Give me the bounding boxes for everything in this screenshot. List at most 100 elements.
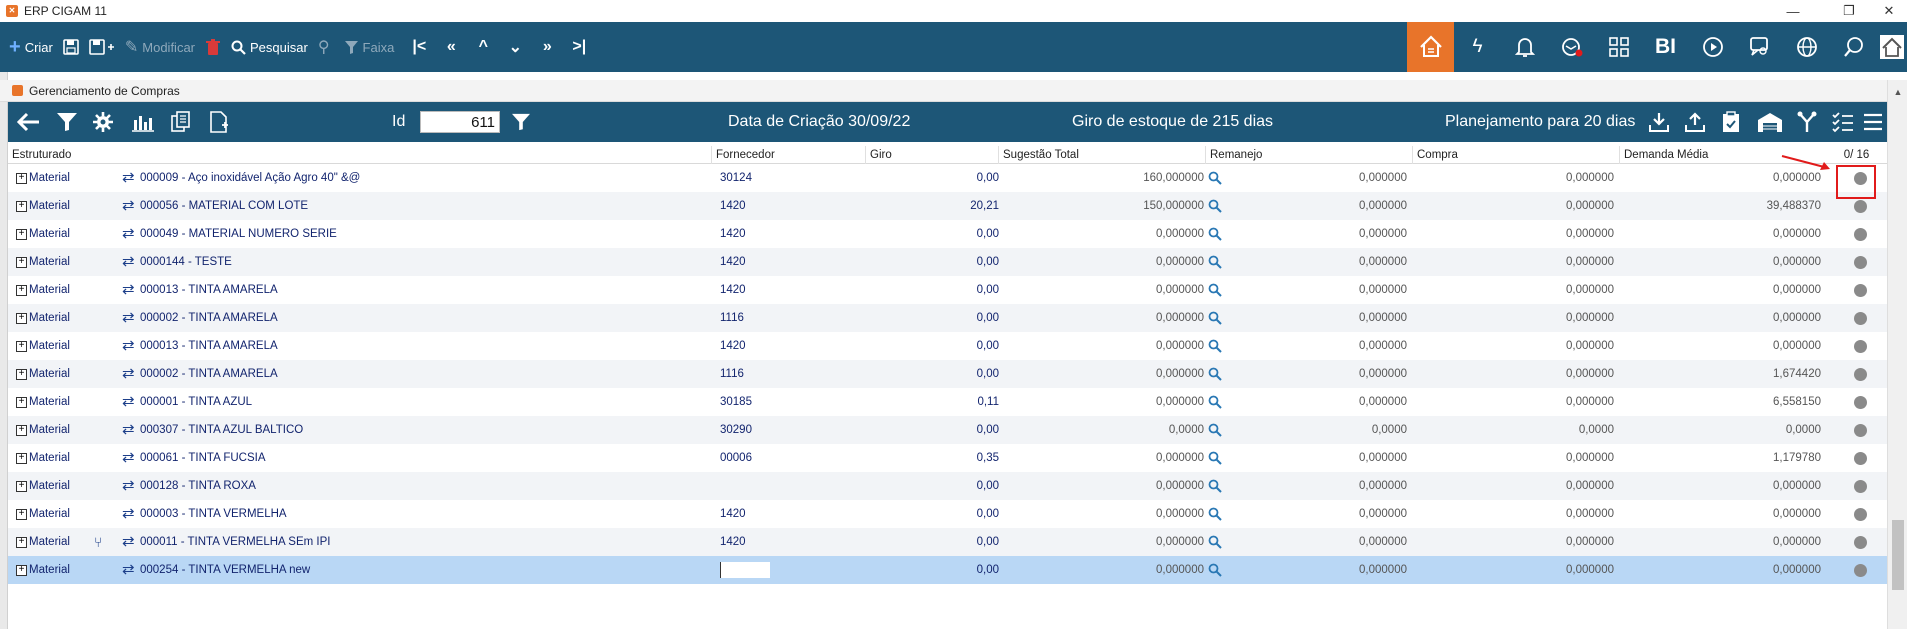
previous-page-icon[interactable]: « — [435, 22, 467, 72]
status-dot-icon[interactable] — [1854, 564, 1867, 577]
status-dot-icon[interactable] — [1854, 228, 1867, 241]
filter-icon[interactable] — [50, 102, 84, 142]
status-dot-icon[interactable] — [1854, 200, 1867, 213]
swap-arrows-icon[interactable]: ⇄ — [122, 416, 135, 444]
user-home-icon[interactable] — [1877, 22, 1907, 72]
swap-arrows-icon[interactable]: ⇄ — [122, 556, 135, 584]
status-dot-icon[interactable] — [1854, 368, 1867, 381]
table-row[interactable]: + Material ⇄ 000009 - Aço inoxidável Ação A… — [8, 164, 1887, 192]
download-icon[interactable] — [1642, 102, 1676, 142]
first-record-icon[interactable]: |< — [403, 22, 435, 72]
expand-icon[interactable]: + — [16, 341, 27, 352]
status-dot-icon[interactable] — [1854, 480, 1867, 493]
warehouse-icon[interactable] — [1752, 102, 1788, 142]
last-record-icon[interactable]: >| — [563, 22, 595, 72]
status-dot-icon[interactable] — [1854, 284, 1867, 297]
scroll-thumb[interactable] — [1892, 520, 1904, 590]
table-row[interactable]: + Material ⇄ 000003 - TINTA VERMELHA 1420 0,0… — [8, 500, 1887, 528]
next-record-icon[interactable]: ⌄ — [499, 22, 531, 72]
expand-icon[interactable]: + — [16, 285, 27, 296]
grid-menu-icon[interactable] — [1595, 22, 1642, 72]
id-filter-icon[interactable] — [504, 102, 538, 142]
col-supplier[interactable]: Fornecedor — [711, 146, 865, 164]
create-button[interactable]: + Criar — [4, 22, 58, 72]
table-row[interactable]: + Material ⑂ ⇄ 000011 - TINTA VERMELHA SEm I… — [8, 528, 1887, 556]
swap-arrows-icon[interactable]: ⇄ — [122, 332, 135, 360]
table-row[interactable]: + Material ⇄ 000307 - TINTA AZUL BALTICO 302… — [8, 416, 1887, 444]
globe-icon[interactable] — [1783, 22, 1830, 72]
col-structured[interactable]: Estruturado — [8, 146, 711, 164]
scroll-up-icon[interactable]: ▲ — [1888, 84, 1907, 100]
search-button[interactable]: Pesquisar — [226, 22, 313, 72]
status-dot-icon[interactable] — [1854, 340, 1867, 353]
table-row[interactable]: + Material ⇄ 000002 - TINTA AMARELA 1116 0,00… — [8, 360, 1887, 388]
table-row[interactable]: + Material ⇄ 000061 - TINTA FUCSIA 00006 0,35… — [8, 444, 1887, 472]
copy-documents-icon[interactable] — [164, 102, 198, 142]
save-button[interactable] — [58, 22, 84, 72]
vertical-scrollbar[interactable]: ▲ — [1887, 80, 1907, 629]
swap-arrows-icon[interactable]: ⇄ — [122, 192, 135, 220]
expand-icon[interactable]: + — [16, 565, 27, 576]
swap-arrows-icon[interactable]: ⇄ — [122, 444, 135, 472]
table-row[interactable]: + Material ⇄ 000013 - TINTA AMARELA 1420 0,00… — [8, 332, 1887, 360]
swap-arrows-icon[interactable]: ⇄ — [122, 220, 135, 248]
bell-icon[interactable] — [1501, 22, 1548, 72]
table-row[interactable]: + Material ⇄ 000254 - TINTA VERMELHA new 0,0… — [8, 556, 1887, 584]
expand-icon[interactable]: + — [16, 397, 27, 408]
expand-icon[interactable]: + — [16, 481, 27, 492]
clipboard-check-icon[interactable] — [1714, 102, 1748, 142]
expand-icon[interactable]: + — [16, 509, 27, 520]
branch-merge-icon[interactable] — [1790, 102, 1824, 142]
expand-icon[interactable]: + — [16, 537, 27, 548]
close-icon[interactable]: ✕ — [1866, 0, 1907, 22]
expand-icon[interactable]: + — [16, 201, 27, 212]
expand-icon[interactable]: + — [16, 369, 27, 380]
col-purchase[interactable]: Compra — [1412, 146, 1619, 164]
menu-icon[interactable] — [1858, 102, 1888, 142]
modify-button[interactable]: ✎ Modificar — [120, 22, 200, 72]
swap-arrows-icon[interactable]: ⇄ — [122, 248, 135, 276]
status-dot-icon[interactable] — [1854, 424, 1867, 437]
swap-arrows-icon[interactable]: ⇄ — [122, 164, 135, 192]
expand-icon[interactable]: + — [16, 425, 27, 436]
table-row[interactable]: + Material ⇄ 0000144 - TESTE 1420 0,00 0,00000… — [8, 248, 1887, 276]
back-arrow-icon[interactable] — [12, 102, 46, 142]
col-turnover[interactable]: Giro — [865, 146, 998, 164]
expand-icon[interactable]: + — [16, 257, 27, 268]
status-dot-icon[interactable] — [1854, 312, 1867, 325]
next-page-icon[interactable]: » — [531, 22, 563, 72]
new-document-icon[interactable] — [202, 102, 236, 142]
bi-button[interactable]: BI — [1642, 22, 1689, 72]
swap-arrows-icon[interactable]: ⇄ — [122, 472, 135, 500]
expand-icon[interactable]: + — [16, 313, 27, 324]
expand-icon[interactable]: + — [16, 453, 27, 464]
home-icon[interactable] — [1407, 22, 1454, 72]
messages-icon[interactable] — [1548, 22, 1595, 72]
delete-button[interactable] — [200, 22, 226, 72]
play-icon[interactable] — [1689, 22, 1736, 72]
settings-gear-icon[interactable] — [86, 102, 120, 142]
expand-icon[interactable]: + — [16, 229, 27, 240]
id-field[interactable]: 611 — [420, 111, 500, 133]
minimize-icon[interactable]: — — [1770, 0, 1816, 22]
checklist-icon[interactable] — [1826, 102, 1860, 142]
status-dot-icon[interactable] — [1854, 396, 1867, 409]
save-new-button[interactable] — [84, 22, 120, 72]
table-row[interactable]: + Material ⇄ 000001 - TINTA AZUL 30185 0,11 0,… — [8, 388, 1887, 416]
location-button[interactable]: ⚲ — [313, 22, 339, 72]
range-filter-button[interactable]: Faixa — [339, 22, 400, 72]
swap-arrows-icon[interactable]: ⇄ — [122, 528, 135, 556]
supplier-edit-input[interactable] — [720, 562, 770, 578]
upload-icon[interactable] — [1678, 102, 1712, 142]
table-row[interactable]: + Material ⇄ 000128 - TINTA ROXA 0,00 0,00000… — [8, 472, 1887, 500]
status-dot-icon[interactable] — [1854, 452, 1867, 465]
swap-arrows-icon[interactable]: ⇄ — [122, 500, 135, 528]
status-dot-icon[interactable] — [1854, 536, 1867, 549]
expand-icon[interactable]: + — [16, 173, 27, 184]
status-dot-icon[interactable] — [1854, 508, 1867, 521]
swap-arrows-icon[interactable]: ⇄ — [122, 276, 135, 304]
bar-chart-icon[interactable] — [126, 102, 160, 142]
col-suggestion-total[interactable]: Sugestão Total — [998, 146, 1205, 164]
swap-arrows-icon[interactable]: ⇄ — [122, 388, 135, 416]
col-reallocation[interactable]: Remanejo — [1205, 146, 1412, 164]
